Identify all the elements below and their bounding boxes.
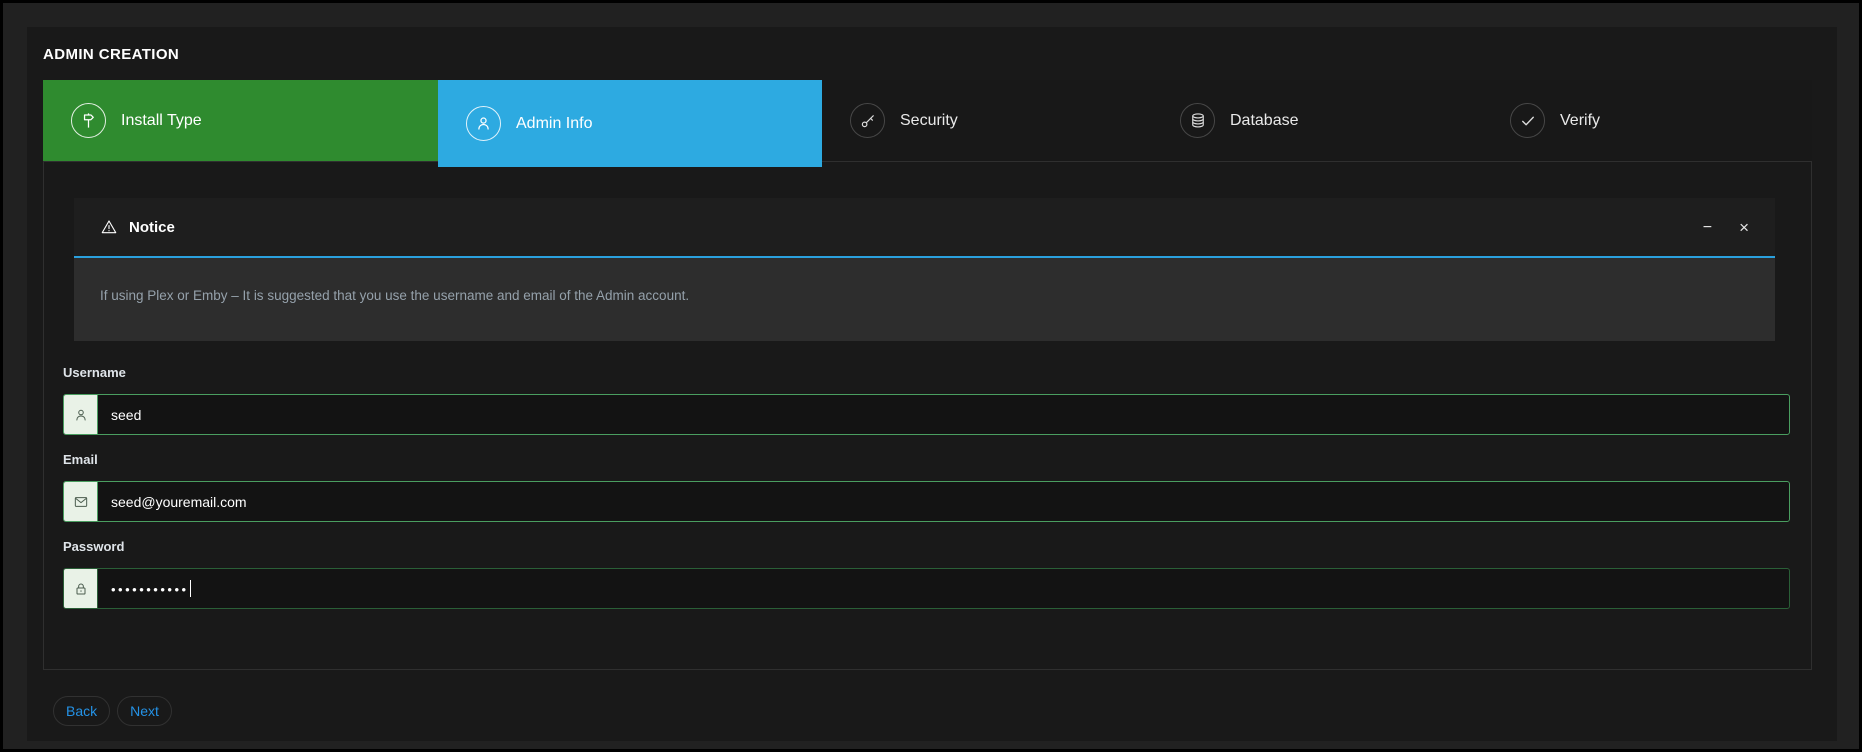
step-security[interactable]: Security [822, 80, 1152, 161]
step-label: Database [1230, 112, 1299, 130]
user-icon [64, 395, 98, 434]
signpost-icon [71, 103, 106, 138]
step-label: Security [900, 112, 958, 130]
wizard-steps: Install Type Admin Info Security [43, 80, 1812, 161]
password-input[interactable]: ••••••••••• [98, 569, 1789, 608]
back-button[interactable]: Back [53, 696, 110, 726]
notice-body: If using Plex or Emby – It is suggested … [74, 258, 1775, 341]
password-input-group[interactable]: ••••••••••• [63, 568, 1790, 609]
step-content-panel: Notice − × If using Plex or Emby – It is… [43, 161, 1812, 670]
step-label: Verify [1560, 112, 1600, 130]
email-input-group [63, 481, 1790, 522]
password-label: Password [63, 538, 1790, 556]
warning-triangle-icon [100, 218, 118, 236]
step-install-type[interactable]: Install Type [43, 80, 438, 161]
notice-header: Notice − × [74, 198, 1775, 258]
password-masked-value: ••••••••••• [111, 582, 189, 597]
check-icon [1510, 103, 1545, 138]
email-input[interactable] [98, 482, 1789, 521]
database-icon [1180, 103, 1215, 138]
step-label: Install Type [121, 112, 202, 130]
minimize-button[interactable]: − [1703, 219, 1712, 236]
page-background: ADMIN CREATION Install Type Admin Info [3, 3, 1859, 749]
password-field-group: Password ••••••••••• [63, 538, 1790, 609]
notice-title: Notice [129, 219, 175, 236]
step-verify[interactable]: Verify [1482, 80, 1812, 161]
step-label: Admin Info [516, 115, 592, 133]
username-field-group: Username [63, 364, 1790, 435]
username-input-group [63, 394, 1790, 435]
key-icon [850, 103, 885, 138]
step-database[interactable]: Database [1152, 80, 1482, 161]
lock-icon [64, 569, 98, 608]
email-label: Email [63, 451, 1790, 469]
user-icon [466, 106, 501, 141]
envelope-icon [64, 482, 98, 521]
step-admin-info[interactable]: Admin Info [438, 80, 822, 167]
notice-panel: Notice − × If using Plex or Emby – It is… [74, 198, 1775, 341]
wizard-actions: Back Next [53, 696, 1837, 726]
close-icon[interactable]: × [1739, 219, 1749, 236]
setup-wizard-card: ADMIN CREATION Install Type Admin Info [27, 27, 1837, 741]
username-input[interactable] [98, 395, 1789, 434]
next-button[interactable]: Next [117, 696, 172, 726]
page-title: ADMIN CREATION [43, 46, 1837, 63]
text-cursor [190, 580, 191, 597]
username-label: Username [63, 364, 1790, 382]
email-field-group: Email [63, 451, 1790, 522]
